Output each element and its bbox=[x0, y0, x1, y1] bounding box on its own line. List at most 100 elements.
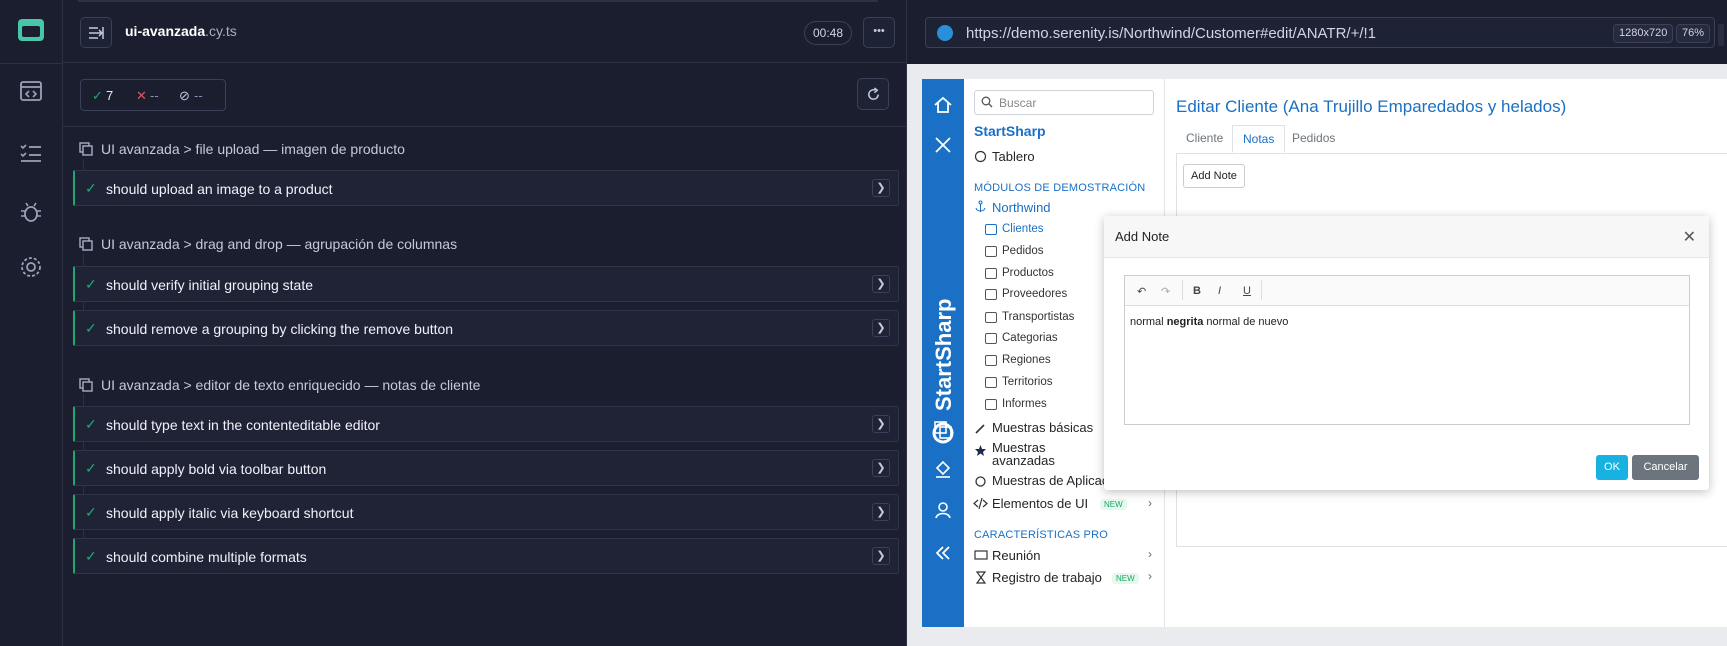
new-badge: NEW bbox=[1112, 573, 1139, 584]
sidebar-item-meeting[interactable]: Reunión bbox=[992, 548, 1040, 563]
chevron-right-icon[interactable]: ❯ bbox=[872, 459, 890, 477]
add-note-button[interactable]: Add Note bbox=[1183, 164, 1245, 188]
star-icon bbox=[975, 445, 986, 456]
section-pro-features: CARACTERÍSTICAS PRO bbox=[974, 529, 1108, 541]
apps-icon bbox=[975, 476, 986, 487]
expand-panel-icon bbox=[89, 27, 104, 39]
sidebar-item-pedidos[interactable]: Pedidos bbox=[1002, 245, 1044, 257]
test-row[interactable]: ✓ should remove a grouping by clicking t… bbox=[73, 310, 899, 346]
pass-check-icon: ✓ bbox=[85, 416, 97, 432]
underline-icon[interactable]: U bbox=[1243, 285, 1251, 297]
runner-header: ui-avanzada.cy.ts 00:48 ••• bbox=[63, 0, 906, 63]
ship-icon bbox=[985, 312, 997, 323]
tools-icon[interactable] bbox=[933, 135, 953, 155]
sidebar-item-dashboard[interactable]: Tablero bbox=[992, 149, 1035, 164]
sidebar-item-productos[interactable]: Productos bbox=[1002, 267, 1054, 279]
sidebar-item-categorias[interactable]: Categorias bbox=[1002, 332, 1058, 344]
gauge-icon bbox=[974, 150, 987, 163]
sidebar-item-ui-elements[interactable]: Elementos de UI bbox=[992, 496, 1088, 511]
sidebar-item-informes[interactable]: Informes bbox=[1002, 398, 1047, 410]
box-icon bbox=[985, 268, 997, 279]
test-row[interactable]: ✓ should apply italic via keyboard short… bbox=[73, 494, 899, 530]
specs-icon[interactable] bbox=[18, 78, 44, 104]
paint-bucket-icon[interactable] bbox=[933, 459, 953, 479]
sidebar-item-regiones[interactable]: Regiones bbox=[1002, 354, 1051, 366]
toggle-specs-button[interactable] bbox=[80, 17, 112, 48]
ok-button[interactable]: OK bbox=[1596, 455, 1628, 480]
suite-folder-icon bbox=[79, 142, 93, 156]
debug-bug-icon[interactable] bbox=[18, 199, 44, 225]
dialog-header bbox=[1104, 216, 1709, 258]
anchor-icon bbox=[975, 200, 986, 212]
left-rail bbox=[0, 0, 63, 646]
url-bar[interactable]: https://demo.serenity.is/Northwind/Custo… bbox=[925, 17, 1715, 48]
chevron-right-icon[interactable]: ❯ bbox=[872, 319, 890, 337]
wrench-icon bbox=[975, 424, 985, 434]
tab-notas[interactable]: Notas bbox=[1232, 125, 1286, 153]
translate-icon[interactable] bbox=[933, 420, 953, 440]
chevron-right-icon[interactable]: ❯ bbox=[872, 275, 890, 293]
text-normal-after: normal de nuevo bbox=[1203, 316, 1289, 328]
cancel-button[interactable]: Cancelar bbox=[1632, 455, 1699, 480]
bold-icon[interactable]: B bbox=[1193, 285, 1201, 297]
test-title: should apply italic via keyboard shortcu… bbox=[106, 505, 354, 521]
sidebar-item-clientes[interactable]: Clientes bbox=[1002, 223, 1044, 235]
test-row[interactable]: ✓ should upload an image to a product ❯ bbox=[73, 170, 899, 206]
brand-text: StartSharp bbox=[931, 299, 956, 411]
categories-icon bbox=[985, 333, 997, 344]
chevron-right-icon[interactable]: ❯ bbox=[872, 179, 890, 197]
undo-icon[interactable]: ↶ bbox=[1137, 285, 1146, 298]
rerun-button[interactable] bbox=[857, 78, 889, 110]
suite-title: UI avanzada > editor de texto enriquecid… bbox=[101, 377, 481, 393]
map-icon bbox=[985, 355, 997, 366]
scrollbar-thumb[interactable] bbox=[1718, 24, 1724, 46]
sidebar-item-proveedores[interactable]: Proveedores bbox=[1002, 288, 1067, 300]
close-icon[interactable]: ✕ bbox=[1683, 227, 1696, 247]
suite-title: UI avanzada > file upload — imagen de pr… bbox=[101, 141, 405, 157]
sidebar-item-samples-basic[interactable]: Muestras básicas bbox=[992, 420, 1093, 435]
suite-folder-icon bbox=[79, 237, 93, 251]
pass-check-icon: ✓ bbox=[85, 320, 97, 336]
more-options-button[interactable]: ••• bbox=[863, 17, 895, 48]
sidebar-item-northwind[interactable]: Northwind bbox=[992, 200, 1051, 215]
tab-pedidos[interactable]: Pedidos bbox=[1282, 125, 1345, 153]
spec-file-extension: .cy.ts bbox=[205, 23, 237, 39]
sidebar-item-transportistas[interactable]: Transportistas bbox=[1002, 311, 1074, 323]
test-row[interactable]: ✓ should apply bold via toolbar button ❯ bbox=[73, 450, 899, 486]
chevron-right-icon[interactable]: ❯ bbox=[872, 547, 890, 565]
chevron-right-icon[interactable]: ❯ bbox=[872, 415, 890, 433]
suite-folder-icon bbox=[79, 378, 93, 392]
failed-count: -- bbox=[150, 88, 159, 103]
truck-icon bbox=[985, 289, 997, 300]
test-row[interactable]: ✓ should verify initial grouping state ❯ bbox=[73, 266, 899, 302]
test-stats: ✓ 7 ✕ -- ⊘ -- bbox=[80, 79, 226, 111]
chevron-right-icon: › bbox=[1148, 496, 1152, 510]
home-icon[interactable] bbox=[933, 95, 953, 115]
runs-list-icon[interactable] bbox=[18, 140, 44, 166]
code-icon bbox=[973, 497, 988, 510]
test-title: should combine multiple formats bbox=[106, 549, 307, 565]
editor-content[interactable]: normal negrita normal de nuevo bbox=[1130, 316, 1288, 328]
run-duration: 00:48 bbox=[804, 21, 853, 45]
refresh-icon bbox=[868, 87, 879, 100]
sidebar-item-territorios[interactable]: Territorios bbox=[1002, 376, 1052, 388]
chevron-right-icon[interactable]: ❯ bbox=[872, 503, 890, 521]
collapse-double-chevron-icon[interactable] bbox=[933, 543, 953, 563]
sidebar-item-worklog[interactable]: Registro de trabajo bbox=[992, 570, 1102, 585]
page-title: Editar Cliente (Ana Trujillo Emparedados… bbox=[1176, 97, 1567, 116]
redo-icon[interactable]: ↷ bbox=[1161, 285, 1170, 298]
cart-icon bbox=[985, 246, 997, 257]
italic-icon[interactable]: I bbox=[1218, 285, 1221, 297]
header-line bbox=[78, 0, 878, 2]
tab-cliente[interactable]: Cliente bbox=[1176, 125, 1233, 153]
search-input[interactable]: Buscar bbox=[974, 90, 1154, 115]
customers-icon bbox=[985, 224, 997, 235]
section-demo-modules: MÓDULOS DE DEMOSTRACIÓN bbox=[974, 182, 1146, 194]
test-row[interactable]: ✓ should combine multiple formats ❯ bbox=[73, 538, 899, 574]
toolbar-divider bbox=[1261, 280, 1262, 300]
rich-text-editor[interactable]: ↶ ↷ B I U normal negrita normal de nuevo bbox=[1124, 275, 1690, 425]
test-row[interactable]: ✓ should type text in the contenteditabl… bbox=[73, 406, 899, 442]
pass-check-icon: ✓ bbox=[85, 276, 97, 292]
user-icon[interactable] bbox=[933, 500, 953, 520]
settings-gear-icon[interactable] bbox=[18, 254, 44, 280]
